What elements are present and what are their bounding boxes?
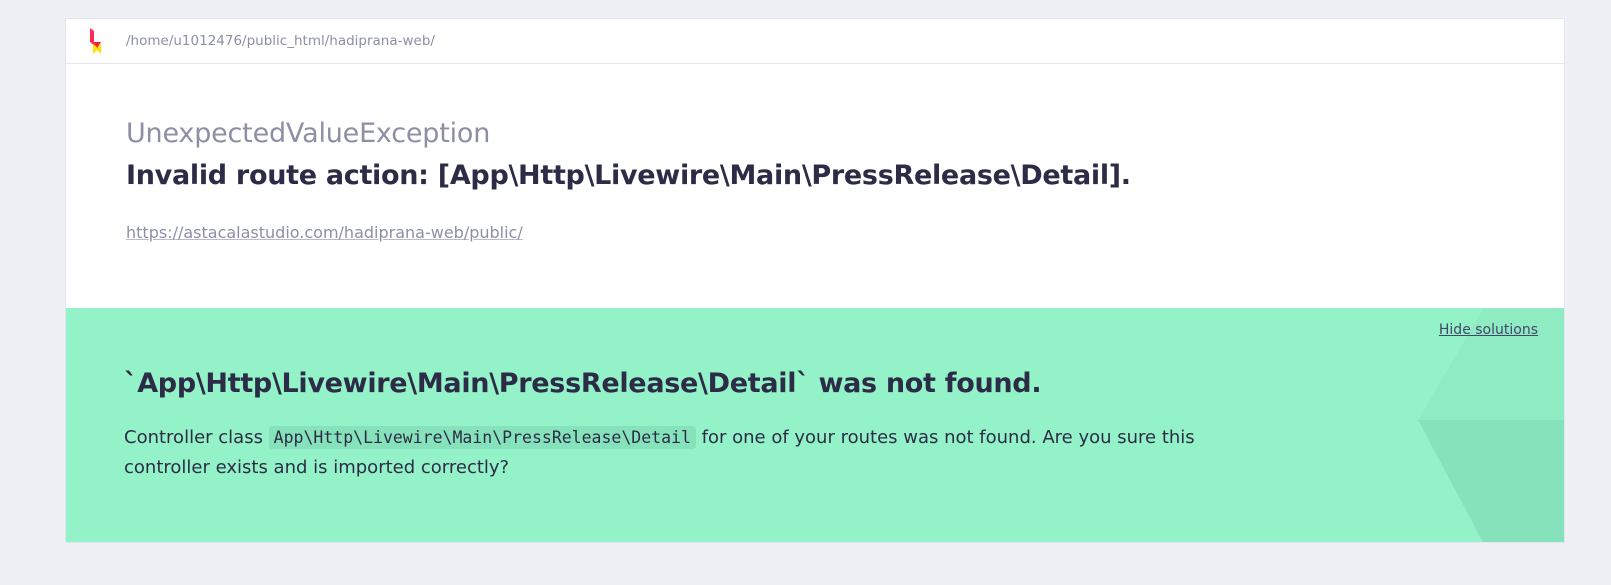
exception-message: Invalid route action: [App\Http\Livewire…: [126, 160, 1131, 191]
solution-decoration: [1418, 308, 1564, 542]
request-url-link[interactable]: https://astacalastudio.com/hadiprana-web…: [126, 223, 523, 242]
ignition-logo-icon: [90, 28, 101, 54]
exception-header: UnexpectedValueException Invalid route a…: [66, 64, 1564, 326]
solution-title: `App\Http\Livewire\Main\PressRelease\Det…: [124, 368, 1042, 399]
solution-panel: Hide solutions `App\Http\Livewire\Main\P…: [66, 308, 1564, 542]
hide-solutions-button[interactable]: Hide solutions: [1439, 322, 1538, 338]
top-bar: /home/u1012476/public_html/hadiprana-web…: [66, 19, 1564, 64]
error-card: /home/u1012476/public_html/hadiprana-web…: [65, 18, 1565, 543]
controller-class-code: App\Http\Livewire\Main\PressRelease\Deta…: [268, 426, 696, 449]
exception-class: UnexpectedValueException: [126, 118, 491, 149]
solution-description: Controller class App\Http\Livewire\Main\…: [124, 423, 1234, 483]
solution-description-text: Controller class: [124, 427, 269, 448]
app-path: /home/u1012476/public_html/hadiprana-web…: [126, 33, 435, 49]
